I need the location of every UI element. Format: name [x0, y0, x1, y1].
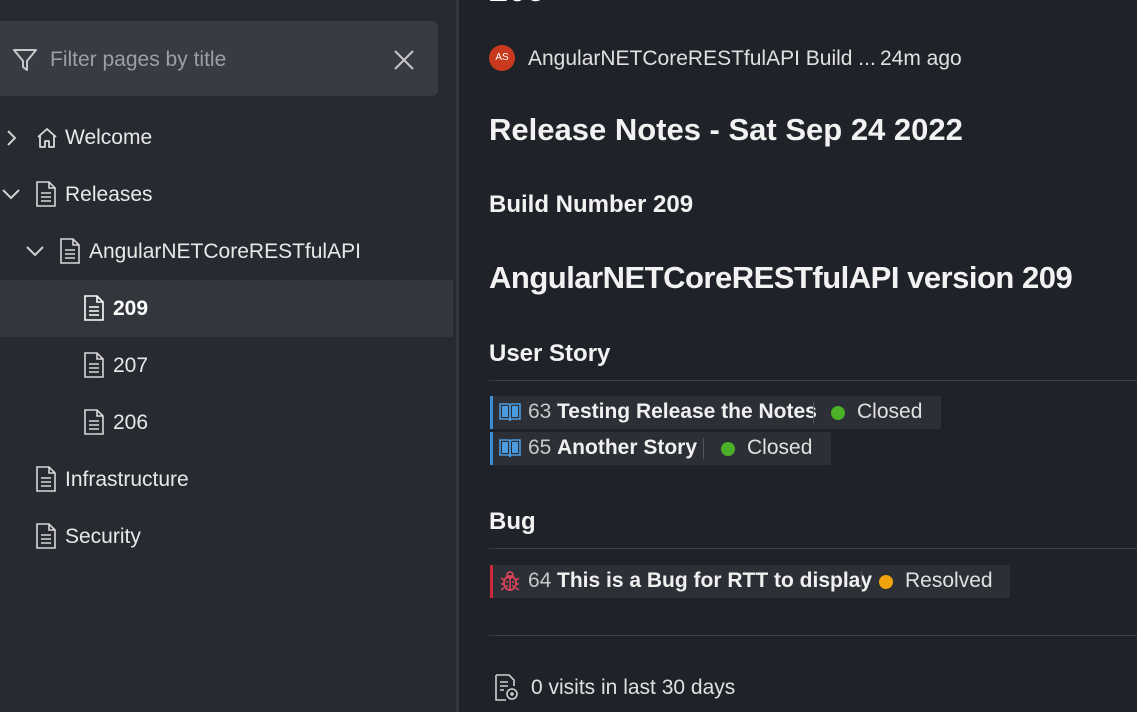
close-icon[interactable] [393, 49, 415, 76]
separator [861, 571, 862, 592]
work-item-type-accent [490, 396, 493, 429]
separator [813, 402, 814, 423]
avatar: AS [489, 45, 515, 71]
updated-time: 24m ago [880, 47, 962, 70]
tree-item-label: Infrastructure [65, 468, 189, 491]
tree-item-label: 207 [113, 354, 149, 377]
page-icon [83, 409, 105, 440]
bug-icon [500, 570, 520, 597]
page-icon [83, 295, 105, 326]
work-item-63[interactable]: 63 Testing Release the Notes Closed [490, 396, 941, 429]
section-heading-bug: Bug [489, 508, 536, 535]
book-icon [499, 438, 521, 463]
tree-item-label: Releases [65, 183, 153, 206]
state-dot [831, 406, 845, 420]
state-dot [879, 575, 893, 589]
tree-item-label: 206 [113, 411, 149, 434]
work-item-state: Closed [747, 436, 813, 459]
page-icon [35, 523, 57, 554]
work-item-state: Resolved [905, 569, 993, 592]
tree-item-security[interactable]: Security [0, 509, 453, 566]
tree-item-label: Welcome [65, 126, 153, 149]
wiki-sidebar: Welcome Releases [0, 0, 456, 712]
page-visits-icon [494, 674, 520, 707]
separator [703, 438, 704, 459]
work-item-type-accent [490, 432, 493, 465]
page-visits-text: 0 visits in last 30 days [531, 676, 736, 699]
work-item-id: 63 [528, 400, 552, 423]
book-icon [499, 402, 521, 427]
tree-item-207[interactable]: 207 [0, 338, 453, 395]
work-item-title[interactable]: Another Story [557, 434, 697, 462]
page-icon [59, 238, 81, 269]
build-number-heading: Build Number 209 [489, 191, 694, 218]
filter-pages-input[interactable] [50, 46, 370, 74]
tree-item-209[interactable]: 209 [0, 280, 453, 337]
chevron-right-icon[interactable] [4, 129, 18, 152]
state-dot [721, 442, 735, 456]
work-item-state: Closed [857, 400, 923, 423]
page-icon [35, 181, 57, 212]
wiki-page-content: 209 AS AngularNETCoreRESTfulAPI Build ..… [459, 0, 1137, 712]
tree-item-releases[interactable]: Releases [0, 167, 453, 224]
filter-icon [12, 47, 38, 78]
tree-item-label: Security [65, 525, 141, 548]
work-item-64[interactable]: 64 This is a Bug for RTT to display Reso… [490, 565, 1010, 598]
author-name[interactable]: AngularNETCoreRESTfulAPI Build ... [528, 45, 876, 73]
page-icon [35, 466, 57, 497]
work-item-type-accent [490, 565, 493, 598]
work-item-title[interactable]: This is a Bug for RTT to display [557, 567, 872, 595]
work-item-id: 65 [528, 436, 552, 459]
chevron-down-icon[interactable] [25, 244, 45, 263]
work-item-title[interactable]: Testing Release the Notes [557, 398, 817, 426]
home-icon [35, 126, 59, 155]
tree-item-label: AngularNETCoreRESTfulAPI [89, 240, 361, 263]
section-heading-user-story: User Story [489, 340, 611, 367]
section-divider [489, 548, 1137, 549]
version-heading: AngularNETCoreRESTfulAPI version 209 [489, 260, 1073, 295]
work-item-id: 64 [528, 569, 552, 592]
release-notes-heading: Release Notes - Sat Sep 24 2022 [489, 112, 963, 147]
work-item-65[interactable]: 65 Another Story Closed [490, 432, 831, 465]
tree-item-welcome[interactable]: Welcome [0, 110, 453, 167]
chevron-down-icon[interactable] [1, 187, 21, 206]
tree-item-label: 209 [113, 297, 149, 320]
section-divider [489, 380, 1137, 381]
page-icon [83, 352, 105, 383]
content-divider [489, 635, 1137, 636]
tree-item-angularnetcorerestfulapi[interactable]: AngularNETCoreRESTfulAPI [0, 224, 453, 281]
page-title: 209 [489, 0, 546, 8]
wiki-window: Welcome Releases [0, 0, 1137, 712]
tree-item-infrastructure[interactable]: Infrastructure [0, 452, 453, 509]
tree-item-206[interactable]: 206 [0, 395, 453, 452]
